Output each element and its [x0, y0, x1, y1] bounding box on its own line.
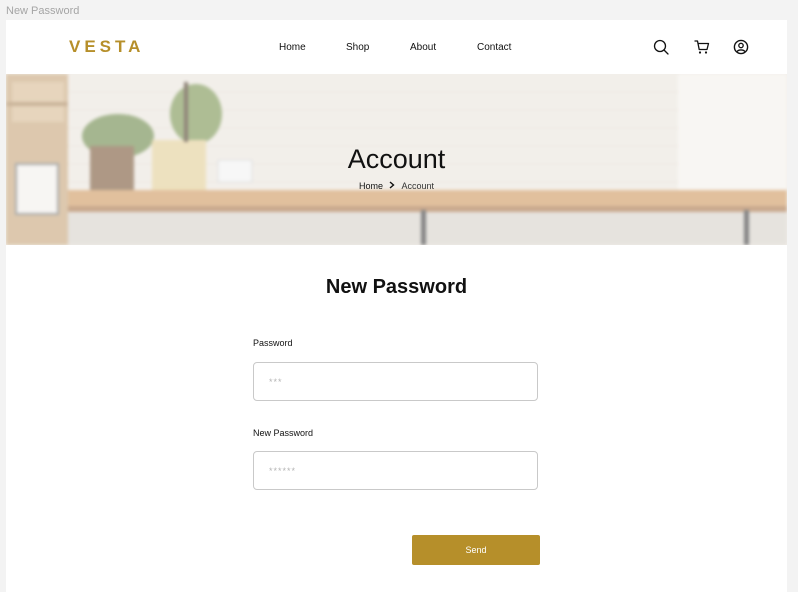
cart-icon[interactable] — [694, 39, 710, 55]
user-account-icon[interactable] — [733, 39, 749, 55]
nav-link-shop[interactable]: Shop — [346, 42, 369, 53]
send-button[interactable]: Send — [412, 535, 540, 565]
password-label: Password — [253, 338, 293, 348]
new-password-input[interactable] — [253, 451, 538, 490]
breadcrumb-home-link[interactable]: Home — [359, 181, 383, 191]
search-icon[interactable] — [653, 39, 669, 55]
hero-title: Account — [347, 144, 446, 174]
nav-link-home[interactable]: Home — [279, 42, 306, 53]
breadcrumb-current: Account — [401, 181, 435, 191]
nav-link-about[interactable]: About — [410, 42, 436, 53]
nav-link-contact[interactable]: Contact — [477, 42, 511, 53]
password-input[interactable] — [253, 362, 538, 401]
hero-banner: Account Home Account — [6, 74, 787, 245]
frame-label: New Password — [6, 5, 80, 17]
site-header: VESTA Home Shop About Contact — [6, 20, 787, 74]
page: VESTA Home Shop About Contact Account Ho… — [6, 20, 787, 592]
form-title: New Password — [325, 276, 468, 298]
new-password-label: New Password — [253, 428, 314, 438]
brand-logo[interactable]: VESTA — [69, 37, 144, 57]
breadcrumb: Home Account — [6, 181, 787, 191]
chevron-right-icon — [389, 181, 396, 191]
